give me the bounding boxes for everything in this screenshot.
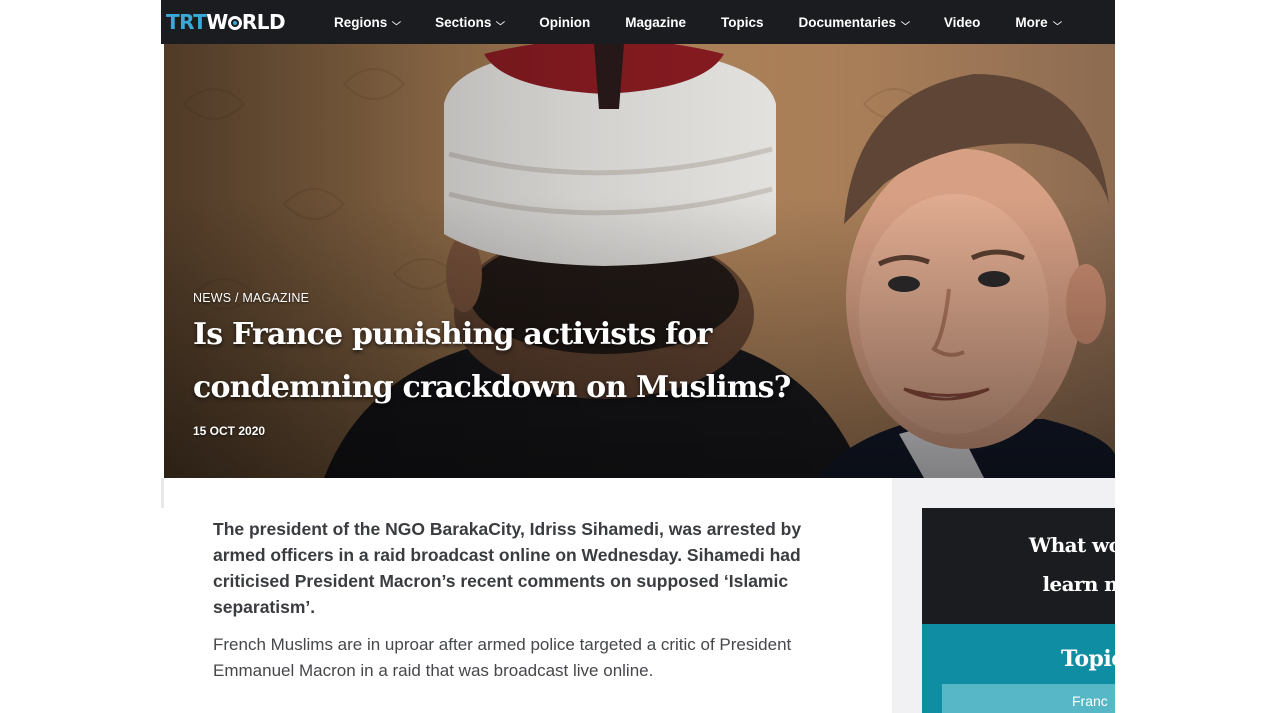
chevron-down-icon: ⌵: [496, 16, 506, 27]
nav-item-label: Documentaries: [798, 14, 897, 30]
nav-item-regions[interactable]: Regions ⌵: [334, 14, 402, 30]
nav-item-video[interactable]: Video: [944, 15, 981, 30]
topics-heading: Topic: [1061, 646, 1115, 672]
nav-item-label: Video: [943, 14, 981, 30]
chevron-down-icon: ⌵: [901, 16, 910, 27]
logo-o-mark: [227, 16, 242, 30]
top-navigation: TRTW RLD Regions ⌵ Sections ⌵ Opinion Magaz…: [161, 0, 1115, 44]
article-body: The president of the NGO BarakaCity, Idr…: [213, 516, 843, 683]
nav-item-sections[interactable]: Sections ⌵: [435, 14, 506, 30]
promo-line-2: learn more: [1042, 572, 1115, 596]
nav-item-opinion[interactable]: Opinion: [539, 15, 590, 30]
topic-chip-france[interactable]: Franc: [942, 684, 1115, 713]
newsletter-promo[interactable]: What would y learn more: [922, 508, 1115, 624]
promo-line-1: What would y: [1028, 533, 1115, 557]
nav-item-label: Magazine: [625, 14, 686, 30]
article-category[interactable]: NEWS / MAGAZINE: [193, 291, 309, 305]
nav-item-label: Regions: [334, 14, 388, 30]
headline-line-2: condemning crackdown on Muslims?: [193, 370, 791, 405]
publish-date: 15 OCT 2020: [193, 424, 266, 438]
hero-image[interactable]: NEWS / MAGAZINE Is France punishing acti…: [164, 44, 1115, 478]
topic-chip-label: Franc: [1072, 693, 1108, 709]
article-paragraph: French Muslims are in uproar after armed…: [213, 635, 792, 680]
nav-menu: Regions ⌵ Sections ⌵ Opinion Magazine Topi…: [334, 0, 1095, 44]
left-divider: [161, 478, 164, 508]
article-headline: Is France punishing activists for condem…: [193, 308, 893, 414]
article-lead: The president of the NGO BarakaCity, Idr…: [213, 519, 802, 617]
headline-line-1: Is France punishing activists for: [193, 317, 712, 352]
logo-world-w: W: [206, 10, 228, 34]
topics-panel: Topic Franc: [922, 624, 1115, 713]
trt-world-logo[interactable]: TRTW RLD: [166, 9, 286, 35]
logo-trt-text: TRT: [166, 10, 207, 34]
nav-item-topics[interactable]: Topics: [721, 15, 764, 30]
nav-item-label: Opinion: [539, 14, 591, 30]
chevron-down-icon: ⌵: [1052, 16, 1062, 27]
nav-item-magazine[interactable]: Magazine: [625, 15, 686, 30]
nav-item-label: Sections: [435, 14, 492, 30]
promo-text: What would y learn more: [971, 526, 1115, 604]
chevron-down-icon: ⌵: [392, 16, 402, 27]
nav-item-label: Topics: [720, 14, 764, 30]
nav-item-documentaries[interactable]: Documentaries ⌵: [798, 14, 910, 30]
nav-item-more[interactable]: More ⌵: [1015, 14, 1062, 30]
nav-item-label: More: [1015, 14, 1048, 30]
page: TRTW RLD Regions ⌵ Sections ⌵ Opinion Magaz…: [161, 0, 1115, 713]
logo-world-rest: RLD: [241, 10, 286, 34]
